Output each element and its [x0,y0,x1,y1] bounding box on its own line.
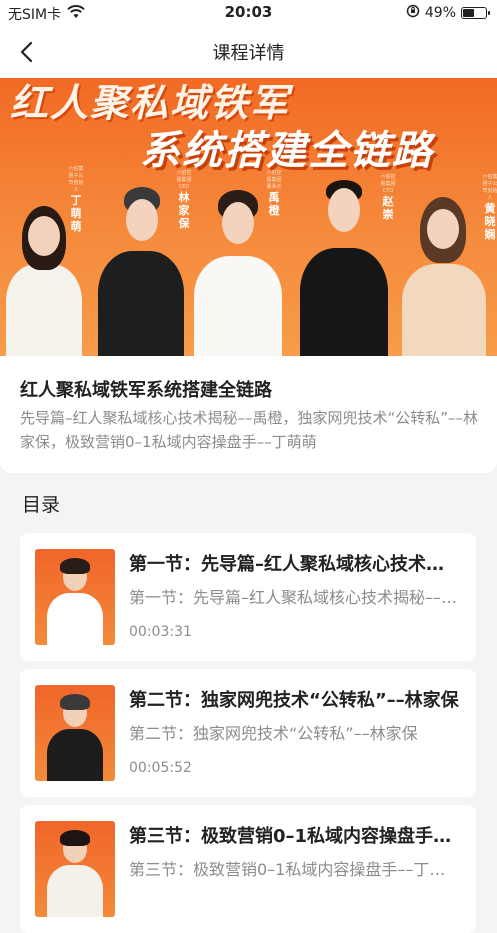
lesson-thumbnail-figure [47,729,103,781]
speaker-photo-2 [96,181,186,356]
course-title: 红人聚私域铁军系统搭建全链路 [20,380,272,401]
status-right: 49% [406,4,490,22]
speaker-role-3: 六伯控股集团董事长 [266,170,282,190]
lesson-thumbnail-figure [47,865,103,917]
speaker-photo-4 [298,176,390,356]
lesson-item[interactable]: 第一节：先导篇–红人聚私域核心技术揭秘 第一节：先导篇–红人聚私域核心技术揭秘–… [20,533,476,661]
lesson-duration: 00:03:31 [129,624,192,640]
lesson-item[interactable]: 第三节：极致营销0–1私域内容操盘手––丁萌萌 第三节：极致营销0–1私域内容操… [20,805,476,933]
speaker-role-4: 六伯控股集团CTO [380,174,396,194]
lesson-item[interactable]: 第二节：独家网兜技术“公转私”––林家保 第二节：独家网兜技术“公转私”––林家… [20,669,476,797]
speaker-name-1: 丁萌萌 [70,194,82,233]
catalog-title: 目录 [22,494,61,516]
lesson-title: 第一节：先导篇–红人聚私域核心技术揭秘 [129,554,459,575]
lesson-subtitle: 第一节：先导篇–红人聚私域核心技术揭秘––禹橙 [129,588,459,607]
status-bar: 无SIM卡 20:03 49% [0,0,497,26]
battery-icon [461,7,490,19]
speaker-tag-4: 六伯控股集团CTO 赵崇 [380,174,396,221]
lesson-duration: 00:05:52 [129,760,192,776]
lesson-thumbnail [35,685,115,781]
course-banner: 红人聚私域铁军 系统搭建全链路 六伯集团子公司创始人 丁萌萌 六伯控股集团CEO… [0,78,497,356]
speaker-name-3: 禹橙 [268,191,280,217]
lesson-thumbnail [35,549,115,645]
speaker-name-2: 林家保 [178,191,190,230]
course-info-card: 红人聚私域铁军系统搭建全链路 先导篇–红人聚私域核心技术揭秘––禹橙，独家网兜技… [0,356,497,473]
lesson-thumbnail-figure [47,593,103,645]
speaker-tag-5: 六伯集团子公司创始人 黄晓娴 [482,174,497,241]
page-title: 课程详情 [212,43,285,64]
speaker-role-5: 六伯集团子公司创始人 [482,174,497,201]
speaker-name-4: 赵崇 [382,195,394,221]
lesson-thumbnail [35,821,115,917]
nav-bar: 课程详情 [0,26,497,78]
orientation-lock-icon [406,4,420,22]
speaker-tag-1: 六伯集团子公司创始人 丁萌萌 [68,166,84,233]
lesson-subtitle: 第二节：独家网兜技术“公转私”––林家保 [129,724,418,743]
battery-percent: 49% [424,5,456,21]
speaker-tag-3: 六伯控股集团董事长 禹橙 [266,170,282,217]
speaker-photo-5 [398,191,488,356]
lesson-title: 第三节：极致营销0–1私域内容操盘手––丁萌萌 [129,826,459,847]
speaker-tag-2: 六伯控股集团CEO 林家保 [176,170,192,230]
lesson-title: 第二节：独家网兜技术“公转私”––林家保 [129,690,459,711]
speaker-name-5: 黄晓娴 [484,202,496,241]
lesson-subtitle: 第三节：极致营销0–1私域内容操盘手––丁萌萌 [129,860,459,879]
speaker-role-1: 六伯集团子公司创始人 [68,166,84,193]
speaker-role-2: 六伯控股集团CEO [176,170,192,190]
course-description: 先导篇–红人聚私域核心技术揭秘––禹橙，独家网兜技术“公转私”––林家保，极致营… [20,409,479,451]
banner-headline-2: 系统搭建全链路 [140,128,434,174]
